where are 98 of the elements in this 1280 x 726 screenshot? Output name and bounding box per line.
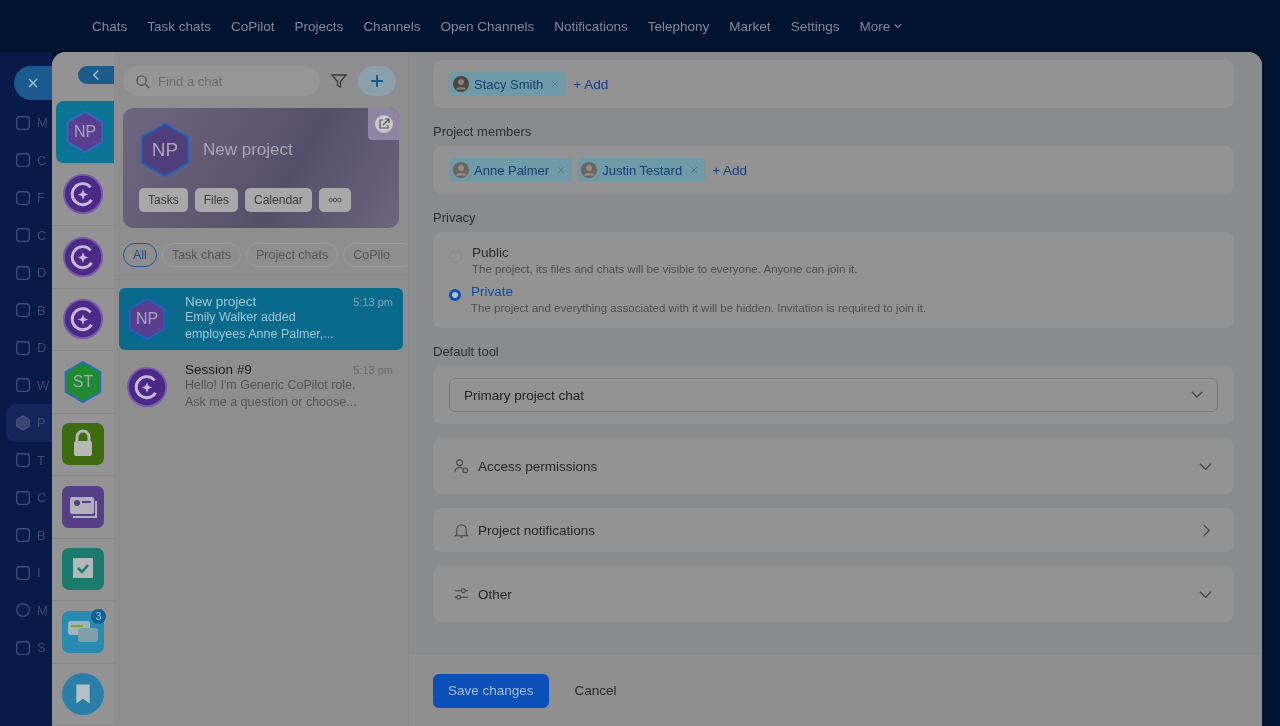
recent-chat-item[interactable]: NP	[56, 101, 114, 164]
chat-time: 5:13 pm	[353, 296, 393, 308]
avatar-initials: ST	[72, 372, 94, 391]
add-link[interactable]: + Add	[573, 76, 609, 92]
hexagon-avatar-icon	[139, 122, 191, 178]
avatar-icon	[581, 162, 598, 178]
filter-icon[interactable]	[330, 72, 348, 90]
close-icon	[27, 77, 39, 89]
copilot-icon	[126, 365, 168, 409]
option-title: Public	[472, 245, 510, 260]
collapsible-section[interactable]: Access permissions	[433, 438, 1234, 494]
nav-icon	[14, 263, 32, 282]
section-label: Project members	[433, 124, 533, 139]
bell-icon	[453, 521, 470, 539]
nav-icon	[14, 526, 32, 545]
add-link[interactable]: + Add	[712, 162, 748, 178]
open-external-button[interactable]	[368, 108, 399, 140]
plus-icon	[370, 74, 384, 88]
nav-icon	[14, 188, 32, 207]
nav-tab[interactable]: Settings	[780, 18, 850, 34]
save-button[interactable]: Save changes	[433, 673, 549, 708]
nav-tab[interactable]: Chats	[82, 18, 138, 34]
user-gear-icon	[453, 457, 470, 475]
nav-tab[interactable]: Channels	[353, 18, 431, 34]
nav-tab[interactable]: More	[849, 18, 913, 34]
nav-icon	[14, 601, 32, 620]
contact-card-icon	[62, 484, 104, 529]
nav-icon	[14, 563, 32, 582]
recent-chat-item[interactable]: 3	[52, 601, 114, 664]
project-title: New project	[203, 140, 293, 160]
chat-preview: employees Anne Palmer,...	[185, 326, 335, 343]
chat-title: Session #9	[185, 362, 252, 377]
nav-icon	[14, 451, 32, 470]
section-label: Privacy	[433, 210, 477, 225]
avatar-initials: NP	[151, 139, 179, 161]
option-title: Private	[471, 284, 515, 299]
avatar-initials: NP	[135, 310, 159, 328]
avatar-icon	[453, 162, 469, 178]
add-button[interactable]	[358, 66, 396, 96]
nav-icon	[14, 488, 32, 507]
copilot-icon	[62, 297, 104, 342]
copilot-icon	[62, 234, 104, 279]
default-tool-dropdown[interactable]: Primary project chat	[449, 378, 1218, 412]
nav-icon	[14, 226, 32, 245]
section-label: Default tool	[433, 344, 500, 359]
nav-icon	[14, 301, 32, 320]
chevron-down-icon	[1191, 391, 1203, 399]
hexagon-avatar-icon	[126, 297, 168, 341]
project-tab-button[interactable]: Calendar	[245, 188, 312, 212]
close-button[interactable]	[14, 66, 52, 100]
lock-icon	[62, 422, 104, 467]
caret-icon	[894, 23, 903, 29]
more-icon	[327, 197, 342, 203]
nav-icon	[14, 413, 32, 432]
nav-icon	[14, 338, 32, 357]
nav-tab[interactable]: Projects	[284, 18, 354, 34]
avatar-initials: NP	[73, 122, 97, 141]
recent-chat-item[interactable]: ST	[52, 351, 114, 414]
person-chip[interactable]: Stacy Smith	[449, 72, 567, 96]
chevron-left-icon	[91, 69, 101, 81]
project-tab-button[interactable]: Files	[194, 188, 239, 212]
collapsible-section[interactable]: Other	[433, 566, 1234, 622]
radio-button[interactable]	[449, 289, 461, 301]
more-button[interactable]	[318, 188, 351, 212]
nav-icon	[14, 113, 32, 132]
nav-tab[interactable]: Notifications	[544, 18, 638, 34]
avatar-icon	[453, 76, 469, 92]
external-link-icon	[373, 114, 394, 134]
chat-list-item[interactable]: NP New project 5:13 pm Emily Walker added employees Anne Palmer,...	[119, 288, 403, 350]
search-icon	[135, 74, 150, 89]
owner-field[interactable]: Stacy Smith + Add	[433, 60, 1234, 108]
copilot-icon	[62, 172, 104, 217]
chat-title: New project	[185, 294, 257, 309]
unread-badge: 3	[91, 609, 106, 624]
option-description: The project and everything associated with it will be hidden. Invitation is required to join it.	[471, 302, 927, 314]
project-tab-button[interactable]: Tasks	[139, 188, 188, 212]
chat-preview: Ask me a question or choose...	[185, 394, 358, 411]
option-description: The project, its files and chats will be visible to everyone. Anyone can join it.	[472, 263, 858, 275]
bookmark-icon	[62, 672, 104, 717]
nav-tab[interactable]: Market	[719, 18, 781, 34]
cancel-button[interactable]: Cancel	[574, 683, 617, 698]
sliders-icon	[453, 585, 470, 603]
nav-tab[interactable]: Open Channels	[430, 18, 545, 34]
person-chip[interactable]: Anne Palmer	[449, 158, 573, 182]
nav-tab[interactable]: Telephony	[637, 18, 720, 34]
nav-icon	[14, 376, 32, 395]
nav-tab[interactable]: CoPilot	[221, 18, 285, 34]
members-field[interactable]: Anne Palmer Justin Testard + Add	[433, 146, 1234, 194]
nav-icon	[14, 151, 32, 170]
collapsible-section[interactable]: Project notifications	[433, 508, 1234, 552]
chat-preview: Emily Walker added	[185, 309, 297, 326]
checklist-icon	[62, 547, 104, 592]
nav-icon	[14, 638, 32, 657]
person-chip[interactable]: Justin Testard	[577, 158, 706, 182]
nav-tab[interactable]: Task chats	[137, 18, 222, 34]
chat-preview: Hello! I'm Generic CoPilot role.	[185, 377, 357, 394]
chat-bubbles-icon	[62, 609, 104, 654]
back-button[interactable]	[78, 66, 114, 84]
